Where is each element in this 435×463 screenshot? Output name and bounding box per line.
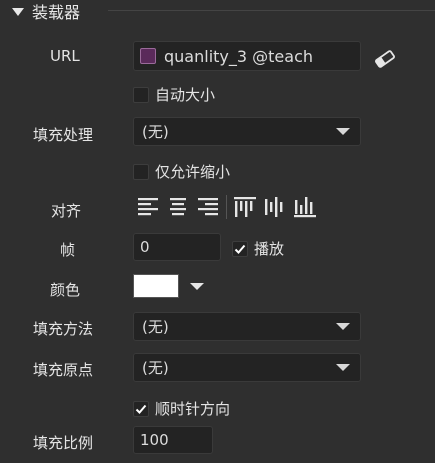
fill-method-dropdown[interactable]: (无)	[133, 312, 361, 341]
auto-size-label: 自动大小	[155, 86, 216, 104]
fill-method-value: (无)	[142, 318, 169, 336]
play-checkbox-row[interactable]: 播放	[232, 238, 284, 259]
frame-input[interactable]: 0	[133, 233, 221, 261]
valign-top-button[interactable]	[233, 195, 257, 219]
checkmark-icon	[234, 244, 246, 254]
align-label: 对齐	[51, 202, 82, 220]
shrink-only-checkbox-row[interactable]: 仅允许缩小	[133, 161, 230, 182]
align-left-icon	[138, 198, 158, 216]
align-center-button[interactable]	[166, 195, 190, 219]
frame-label: 帧	[60, 241, 76, 259]
url-type-swatch	[140, 48, 156, 64]
shrink-only-checkbox[interactable]	[133, 163, 149, 180]
valign-bottom-icon	[294, 197, 316, 218]
auto-size-checkbox-row[interactable]: 自动大小	[133, 84, 215, 105]
fill-process-dropdown[interactable]: (无)	[133, 117, 361, 146]
valign-bottom-button[interactable]	[293, 195, 317, 219]
play-label: 播放	[254, 240, 285, 258]
valign-top-icon	[234, 197, 256, 217]
auto-size-checkbox[interactable]	[133, 86, 149, 103]
dropdown-arrow-icon	[336, 128, 350, 135]
collapse-triangle-icon[interactable]	[12, 8, 24, 16]
fill-method-label: 填充方法	[33, 320, 94, 338]
section-title: 装载器	[32, 3, 81, 22]
fill-origin-dropdown[interactable]: (无)	[133, 353, 361, 382]
fill-ratio-input[interactable]: 100	[133, 426, 213, 454]
align-right-button[interactable]	[196, 195, 220, 219]
url-label: URL	[50, 47, 80, 65]
section-header[interactable]: 装载器	[12, 0, 80, 22]
align-right-icon	[198, 198, 218, 216]
align-left-button[interactable]	[136, 195, 160, 219]
clockwise-label: 顺时针方向	[155, 400, 231, 418]
play-checkbox[interactable]	[232, 240, 248, 257]
shrink-only-label: 仅允许缩小	[155, 163, 231, 181]
dropdown-arrow-icon	[336, 364, 350, 371]
fill-ratio-label: 填充比例	[33, 434, 94, 452]
clockwise-checkbox-row[interactable]: 顺时针方向	[133, 398, 230, 419]
url-field[interactable]: quanlity_3 @teach	[133, 41, 361, 71]
align-toolbar	[136, 195, 317, 219]
url-value: quanlity_3 @teach	[164, 46, 313, 66]
fill-process-value: (无)	[142, 123, 169, 141]
header-divider	[108, 10, 435, 11]
align-separator	[226, 195, 227, 219]
dropdown-arrow-icon	[336, 323, 350, 330]
valign-middle-icon	[265, 197, 283, 217]
eraser-icon[interactable]	[373, 49, 397, 69]
fill-process-label: 填充处理	[33, 126, 94, 144]
color-label: 颜色	[50, 281, 81, 299]
clockwise-checkbox[interactable]	[133, 400, 149, 417]
fill-origin-label: 填充原点	[33, 361, 94, 379]
color-swatch[interactable]	[133, 274, 179, 298]
color-dropdown-arrow-icon[interactable]	[190, 283, 204, 290]
fill-origin-value: (无)	[142, 359, 169, 377]
checkmark-icon	[135, 404, 147, 414]
align-center-icon	[170, 198, 186, 216]
valign-middle-button[interactable]	[263, 195, 287, 219]
